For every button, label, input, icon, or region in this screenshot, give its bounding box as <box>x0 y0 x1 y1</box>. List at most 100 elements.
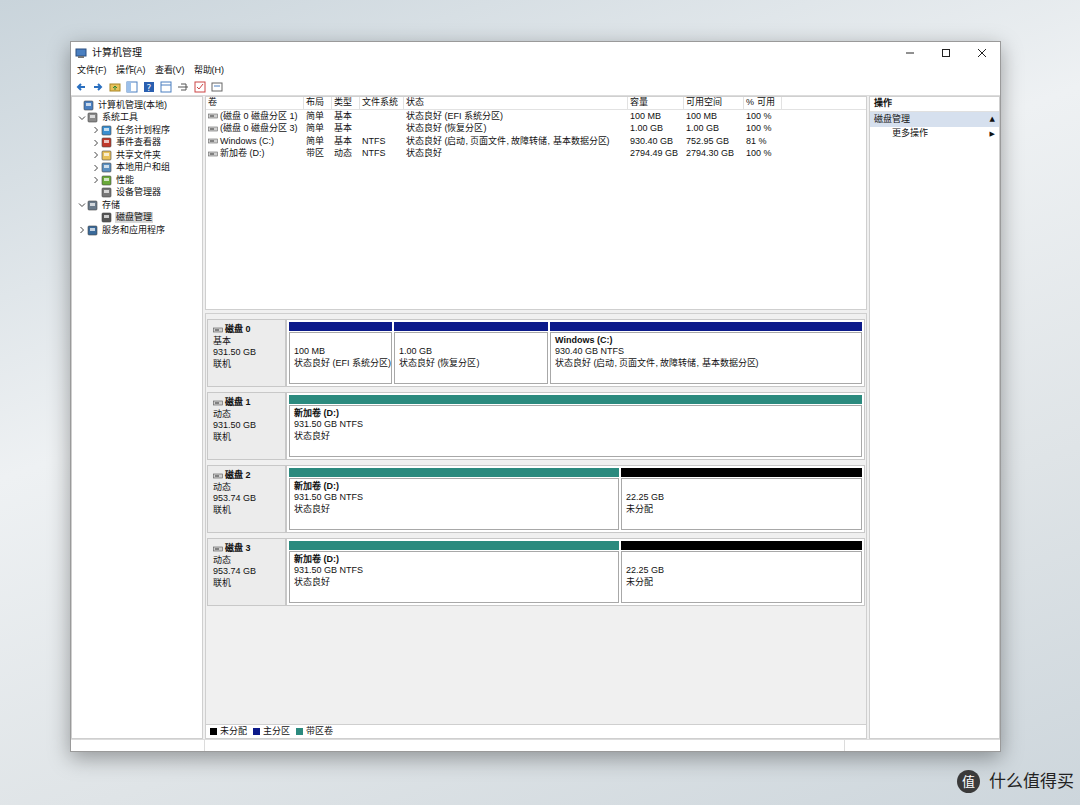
expander[interactable] <box>77 225 87 235</box>
toolbar-button[interactable] <box>176 80 189 93</box>
expander[interactable] <box>91 175 101 185</box>
tree-label[interactable]: 磁盘管理 <box>115 212 153 223</box>
cell-text: (磁盘 0 磁盘分区 1) <box>220 110 298 123</box>
close-button[interactable] <box>964 42 1000 63</box>
column-header[interactable]: 容量 <box>628 97 684 109</box>
tree-item[interactable]: 存储 <box>72 199 202 212</box>
partition[interactable]: 22.25 GB未分配 <box>621 541 862 603</box>
tree-label[interactable]: 计算机管理(本地) <box>97 100 168 111</box>
disk-name-row: 磁盘 3 <box>213 543 280 555</box>
forward-icon <box>92 81 104 93</box>
chevron-right-icon <box>92 126 100 134</box>
tree-item[interactable]: 设备管理器 <box>72 187 202 200</box>
partition-name: 新加卷 (D:) <box>294 481 614 493</box>
drive-icon <box>213 327 223 333</box>
column-header[interactable]: 卷 <box>206 97 304 109</box>
column-header[interactable]: 可用空间 <box>684 97 744 109</box>
tree-item[interactable]: 磁盘管理 <box>72 212 202 225</box>
menu-item[interactable]: 查看(V) <box>155 64 185 78</box>
menu-item[interactable]: 帮助(H) <box>194 64 225 78</box>
toolbar-button[interactable] <box>108 80 121 93</box>
toolbar-button[interactable]: ? <box>142 80 155 93</box>
partition-status: 状态良好 <box>294 577 614 589</box>
maximize-button[interactable] <box>928 42 964 63</box>
column-header[interactable]: 类型 <box>332 97 360 109</box>
status-segment <box>205 740 845 751</box>
legend-swatch <box>253 728 260 735</box>
menu-bar: 文件(F) 操作(A) 查看(V) 帮助(H) <box>71 63 1000 78</box>
toolbar-button[interactable] <box>159 80 172 93</box>
disk-size: 931.50 GB <box>213 347 280 359</box>
tree-label[interactable]: 共享文件夹 <box>115 150 162 161</box>
tree-label[interactable]: 任务计划程序 <box>115 125 171 136</box>
tree-item[interactable]: 任务计划程序 <box>72 124 202 137</box>
actions-header: 操作 <box>870 97 999 112</box>
disk-status: 联机 <box>213 578 280 590</box>
toolbar-button[interactable] <box>210 80 223 93</box>
partition[interactable]: Windows (C:)930.40 GB NTFS状态良好 (启动, 页面文件… <box>550 322 862 384</box>
partition[interactable]: 新加卷 (D:)931.50 GB NTFS状态良好 <box>289 468 619 530</box>
tree-label[interactable]: 服务和应用程序 <box>101 225 166 236</box>
disk-label[interactable]: 磁盘 3动态953.74 GB联机 <box>207 538 286 606</box>
partition[interactable]: 22.25 GB未分配 <box>621 468 862 530</box>
tree-node-icon <box>101 137 112 148</box>
column-header[interactable]: 状态 <box>404 97 628 109</box>
disk-label[interactable]: 磁盘 2动态953.74 GB联机 <box>207 465 286 533</box>
disk-size: 931.50 GB <box>213 420 280 432</box>
tree-label[interactable]: 本地用户和组 <box>115 162 171 173</box>
tree-item[interactable]: 服务和应用程序 <box>72 224 202 237</box>
tree-label[interactable]: 设备管理器 <box>115 187 162 198</box>
volume-row[interactable]: (磁盘 0 磁盘分区 3)简单基本状态良好 (恢复分区)1.00 GB1.00 … <box>206 123 866 136</box>
expander[interactable] <box>91 163 101 173</box>
drive-icon <box>213 473 223 479</box>
expander[interactable] <box>91 125 101 135</box>
tree-label[interactable]: 性能 <box>115 175 135 186</box>
toolbar-button[interactable] <box>193 80 206 93</box>
minimize-button[interactable] <box>892 42 928 63</box>
disk-label[interactable]: 磁盘 0基本931.50 GB联机 <box>207 319 286 387</box>
partition[interactable]: 新加卷 (D:)931.50 GB NTFS状态良好 <box>289 395 862 457</box>
toolbar-button[interactable] <box>91 80 104 93</box>
menu-item[interactable]: 操作(A) <box>116 64 146 78</box>
toolbar-button[interactable] <box>74 80 87 93</box>
tree-item[interactable]: 性能 <box>72 174 202 187</box>
disk-label[interactable]: 磁盘 1动态931.50 GB联机 <box>207 392 286 460</box>
expander[interactable] <box>91 138 101 148</box>
tree-node-icon <box>87 112 98 123</box>
partition-box: 新加卷 (D:)931.50 GB NTFS状态良好 <box>289 551 619 603</box>
console-tree: 计算机管理(本地)系统工具任务计划程序事件查看器共享文件夹本地用户和组性能设备管… <box>71 96 203 739</box>
tree-item[interactable]: 计算机管理(本地) <box>72 99 202 112</box>
tree-item[interactable]: 共享文件夹 <box>72 149 202 162</box>
actions-section[interactable]: 磁盘管理▲ <box>870 112 999 127</box>
tree-item[interactable]: 本地用户和组 <box>72 162 202 175</box>
cell-text: 基本 <box>334 123 352 136</box>
toolbar-button[interactable] <box>125 80 138 93</box>
expander[interactable] <box>77 113 87 123</box>
volume-row[interactable]: Windows (C:)简单基本NTFS状态良好 (启动, 页面文件, 故障转储… <box>206 135 866 148</box>
cell-text: 简单 <box>306 123 324 136</box>
tree-label[interactable]: 事件查看器 <box>115 137 162 148</box>
action-item[interactable]: 更多操作▶ <box>870 127 999 141</box>
cell-text: 带区 <box>306 148 324 161</box>
tree-item[interactable]: 系统工具 <box>72 112 202 125</box>
column-header[interactable]: % 可用 <box>744 97 782 109</box>
volume-cell: 动态 <box>332 148 360 161</box>
tree-item[interactable]: 事件查看器 <box>72 137 202 150</box>
tree-label[interactable]: 系统工具 <box>101 112 139 123</box>
collapse-arrow[interactable]: ▲ <box>990 114 995 125</box>
column-header[interactable]: 文件系统 <box>360 97 404 109</box>
column-header[interactable]: 布局 <box>304 97 332 109</box>
partition[interactable]: 新加卷 (D:)931.50 GB NTFS状态良好 <box>289 541 619 603</box>
partition[interactable]: 1.00 GB状态良好 (恢复分区) <box>394 322 548 384</box>
expander[interactable] <box>91 150 101 160</box>
expander[interactable] <box>77 200 87 210</box>
toolbar: ? <box>71 78 1000 96</box>
console-tree-icon <box>126 81 138 93</box>
volume-row[interactable]: (磁盘 0 磁盘分区 1)简单基本状态良好 (EFI 系统分区)100 MB10… <box>206 110 866 123</box>
tree-label[interactable]: 存储 <box>101 200 121 211</box>
tree-node-icon <box>101 175 112 186</box>
chevron-down-icon <box>78 201 86 209</box>
partition[interactable]: 100 MB状态良好 (EFI 系统分区) <box>289 322 392 384</box>
menu-item[interactable]: 文件(F) <box>77 64 107 78</box>
volume-row[interactable]: 新加卷 (D:)带区动态NTFS状态良好2794.49 GB2794.30 GB… <box>206 148 866 161</box>
